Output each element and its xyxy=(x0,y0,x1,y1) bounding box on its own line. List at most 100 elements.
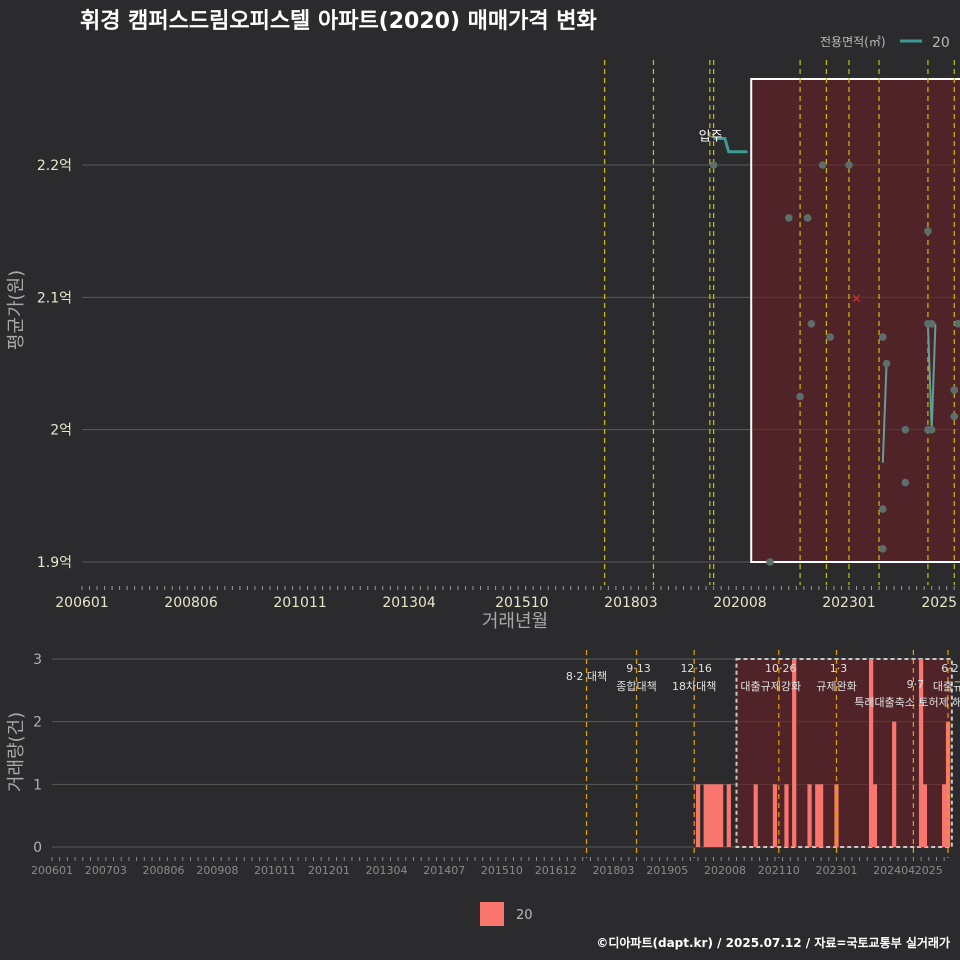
x-tick-label: 201905 xyxy=(646,864,688,877)
x-tick-label: 200601 xyxy=(55,595,108,611)
volume-bar xyxy=(726,784,731,847)
chart-title: 휘경 캠퍼스드림오피스텔 아파트(2020) 매매가격 변화 xyxy=(80,9,597,34)
data-point xyxy=(845,161,853,169)
x-tick-label: 202404 xyxy=(873,864,915,877)
x-tick-label: 201407 xyxy=(423,864,465,877)
x-tick-label: 201612 xyxy=(535,864,577,877)
data-point xyxy=(879,333,887,341)
volume-bar xyxy=(695,784,701,847)
credit-text: ©디아파트(dapt.kr) / 2025.07.12 / 자료=국토교통부 실… xyxy=(596,935,950,950)
volume-bar xyxy=(942,784,947,847)
event-label: 규제완화 xyxy=(816,680,856,693)
x-tick-label: 200908 xyxy=(196,864,238,877)
volume-bar xyxy=(715,784,720,847)
x-tick-label: 201803 xyxy=(592,864,634,877)
data-point xyxy=(807,320,816,328)
y-axis-title-volume: 거래량(건) xyxy=(6,712,27,792)
x-tick-label: 200601 xyxy=(31,864,73,877)
data-point xyxy=(709,161,718,169)
y-axis-title: 평균가(원) xyxy=(6,270,27,350)
data-point xyxy=(924,227,932,235)
volume-bar xyxy=(818,784,824,847)
volume-bar xyxy=(719,784,724,847)
event-date: 9·7 xyxy=(907,678,925,691)
data-point xyxy=(901,478,910,487)
event-label: 종합대책 xyxy=(616,680,656,693)
volume-bar xyxy=(868,659,874,847)
data-point xyxy=(796,392,804,401)
volume-bar xyxy=(815,784,820,847)
event-label: 18차대책 xyxy=(672,680,716,693)
x-tick-label: 201011 xyxy=(273,595,326,611)
event-label: 대출규제강화 xyxy=(740,680,801,693)
price-panel: 1.9억 2억 2.1억 2.2억 200601 200806 201011 201304 20… xyxy=(37,60,960,611)
event-date: 12·16 xyxy=(680,662,712,675)
event-label: 8·2 대책 xyxy=(566,670,607,683)
legend-swatch-icon xyxy=(480,902,504,926)
chart-canvas: 휘경 캠퍼스드림오피스텔 아파트(2020) 매매가격 변화 전용면적(㎡) 2… xyxy=(6,9,960,950)
legend-title: 전용면적(㎡) xyxy=(820,35,886,49)
x-tick-label: 201803 xyxy=(604,595,657,611)
y-tick-label: 1 xyxy=(33,777,42,793)
legend-item-label: 20 xyxy=(932,35,950,51)
data-point xyxy=(826,333,834,341)
y-tick-label: 2 xyxy=(33,715,42,731)
y-tick-label: 2억 xyxy=(50,423,72,439)
chart-root: 휘경 캠퍼스드림오피스텔 아파트(2020) 매매가격 변화 전용면적(㎡) 2… xyxy=(0,0,960,960)
event-date: 1·3 xyxy=(830,662,848,675)
volume-bar xyxy=(807,784,812,847)
volume-bar xyxy=(784,784,789,847)
x-tick-label: 202301 xyxy=(815,864,857,877)
volume-bar xyxy=(703,784,708,847)
x-tick-label: 202008 xyxy=(704,864,746,877)
data-point xyxy=(879,544,887,553)
y-tick-label: 2.2억 xyxy=(37,158,72,174)
x-tick-label: 201011 xyxy=(254,864,296,877)
x-tick-label: 201304 xyxy=(366,864,408,877)
data-point xyxy=(879,505,887,513)
data-point xyxy=(950,386,959,394)
event-date: 6·2 xyxy=(941,662,959,675)
move-in-annotation: 입주 xyxy=(699,130,723,145)
x-tick-label: 200806 xyxy=(143,864,185,877)
x-tick-label: 200703 xyxy=(85,864,127,877)
x-tick-label: 202301 xyxy=(822,595,875,611)
data-point xyxy=(882,359,891,368)
event-label: 특례대출축소 토허제 해제 xyxy=(854,695,960,709)
data-point xyxy=(901,425,910,434)
volume-bar xyxy=(772,784,778,847)
x-axis-title: 거래년월 xyxy=(482,611,548,632)
event-date: 10·26 xyxy=(765,662,797,675)
x-tick-label: 201201 xyxy=(308,864,350,877)
data-point xyxy=(766,558,774,566)
y-tick-label: 1.9억 xyxy=(37,555,72,571)
y-tick-label: 3 xyxy=(33,652,42,668)
x-tick-label: 200806 xyxy=(164,595,218,611)
event-label: 대출규 xyxy=(933,680,960,693)
data-point xyxy=(927,425,936,434)
x-tick-label: 2025 xyxy=(921,595,957,611)
data-point xyxy=(785,214,793,222)
mean-marker-icon: × xyxy=(851,291,862,306)
y-tick-label: 0 xyxy=(33,840,42,856)
x-tick-label: 201510 xyxy=(495,595,548,611)
volume-bar xyxy=(753,784,758,847)
data-point xyxy=(950,412,959,421)
x-tick-label: 2025 xyxy=(915,864,943,877)
volume-bar xyxy=(922,784,928,847)
x-tick-label: 202008 xyxy=(713,595,766,611)
event-date: 9·13 xyxy=(626,662,651,675)
data-point xyxy=(927,320,936,328)
volume-panel: 0 1 2 3 8·2 대책 9·13 종합대책 12·16 18차대책 10·26 대출규제강화 1… xyxy=(31,650,960,877)
y-tick-label: 2.1억 xyxy=(37,290,72,306)
bottom-legend-label: 20 xyxy=(516,908,533,923)
x-tick-label: 201304 xyxy=(382,595,436,611)
volume-bar xyxy=(872,784,878,847)
volume-bar xyxy=(707,784,712,847)
volume-bar xyxy=(711,784,716,847)
data-point xyxy=(818,161,827,169)
x-tick-label: 201510 xyxy=(481,864,523,877)
data-point xyxy=(803,214,812,222)
volume-bar xyxy=(892,721,897,847)
x-tick-label: 202110 xyxy=(758,864,800,877)
